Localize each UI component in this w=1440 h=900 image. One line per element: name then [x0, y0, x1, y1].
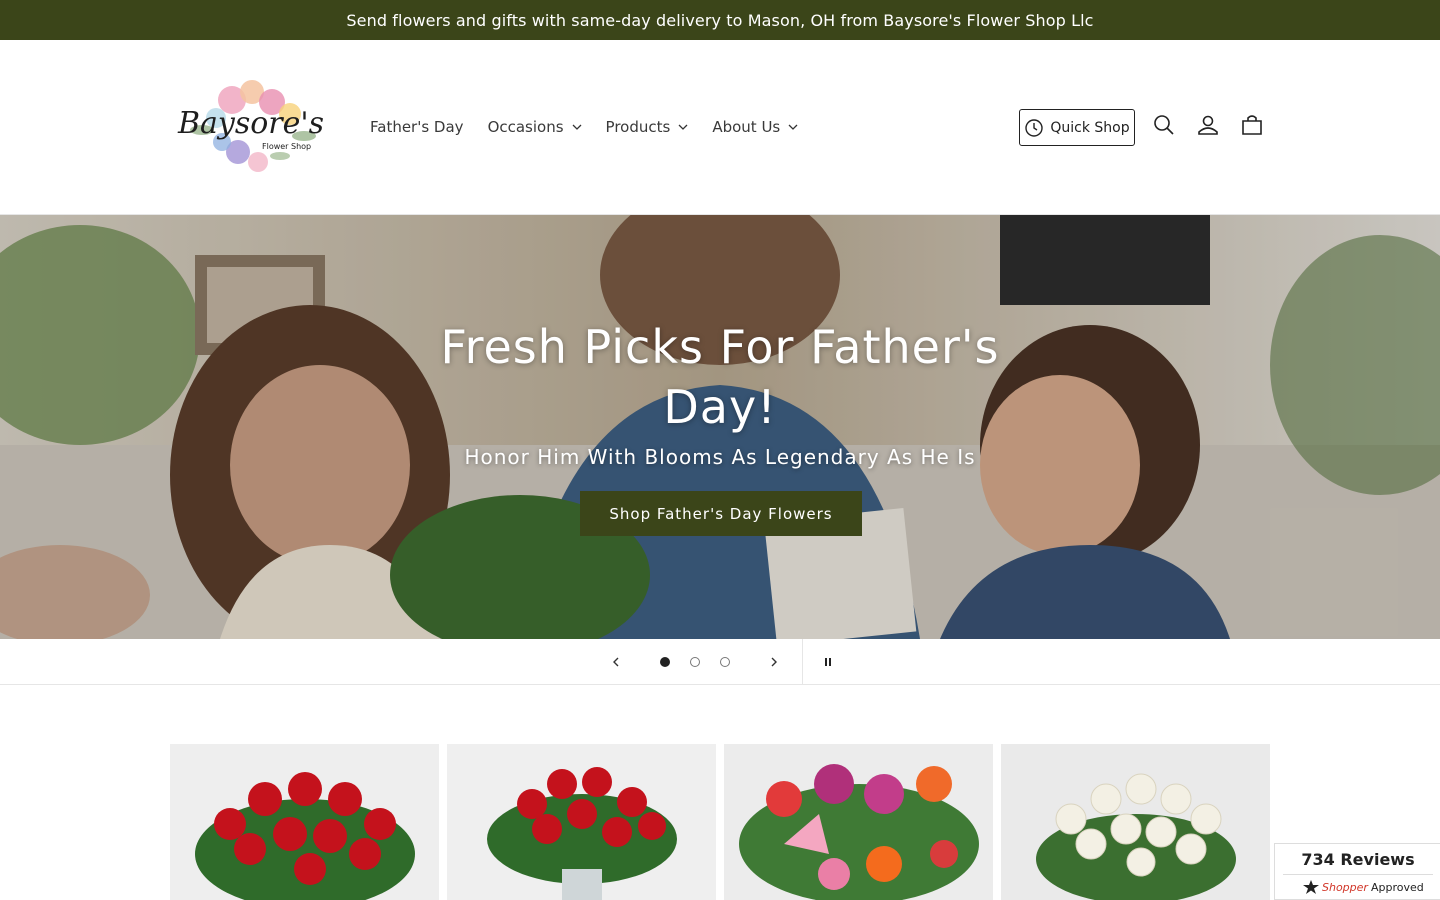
product-image: [170, 744, 439, 900]
chevron-right-icon: [771, 657, 777, 667]
star-icon: [1303, 880, 1319, 894]
reviews-divider: [1283, 874, 1433, 875]
pause-icon: [825, 658, 831, 666]
product-image: [724, 744, 993, 900]
shop-fathers-day-button[interactable]: Shop Father's Day Flowers: [580, 491, 862, 536]
product-card-white-roses[interactable]: [1001, 744, 1270, 900]
cart-icon[interactable]: [1240, 113, 1264, 137]
product-image: [1001, 744, 1270, 900]
nav-item-fathers-day[interactable]: Father's Day: [370, 116, 464, 138]
nav-item-occasions[interactable]: Occasions: [488, 116, 582, 138]
announcement-bar: Send flowers and gifts with same-day del…: [0, 0, 1440, 40]
chevron-down-icon: [678, 124, 688, 130]
slide-prev-button[interactable]: [604, 650, 628, 674]
quick-shop-label: Quick Shop: [1050, 119, 1130, 136]
cta-label: Shop Father's Day Flowers: [609, 504, 833, 523]
product-card-red-roses-vase[interactable]: [447, 744, 716, 900]
logo-tagline: Flower Shop: [262, 142, 312, 151]
search-icon[interactable]: [1152, 113, 1176, 137]
slide-dot-2[interactable]: [690, 657, 700, 667]
reviews-count: 734 Reviews: [1301, 850, 1415, 869]
slide-dot-1[interactable]: [660, 657, 670, 667]
nav-item-products[interactable]: Products: [606, 116, 689, 138]
hero-subtitle: Honor Him With Blooms As Legendary As He…: [464, 445, 976, 469]
slide-dot-3[interactable]: [720, 657, 730, 667]
slider-divider: [802, 639, 803, 685]
product-card-red-roses[interactable]: [170, 744, 439, 900]
nav-item-label: Occasions: [487, 118, 564, 136]
reviews-badge[interactable]: 734 Reviews Shopper Approved: [1274, 843, 1440, 900]
nav-item-label: Products: [605, 118, 671, 136]
product-image: [447, 744, 716, 900]
hero-title: Fresh Picks For Father's Day!: [440, 320, 1000, 434]
quick-shop-button[interactable]: Quick Shop: [1019, 109, 1135, 146]
clock-icon: [1025, 118, 1044, 137]
chevron-down-icon: [572, 124, 582, 130]
nav-item-about-us[interactable]: About Us: [712, 116, 798, 138]
chevron-left-icon: [613, 657, 619, 667]
slider-controls: [0, 639, 1440, 685]
nav-item-label: Father's Day: [370, 118, 464, 136]
slide-pause-button[interactable]: [816, 650, 840, 674]
site-header: Baysore's Flower Shop Father's Day Occas…: [0, 40, 1440, 215]
hero-slideshow: Fresh Picks For Father's Day! Honor Him …: [0, 215, 1440, 639]
chevron-down-icon: [788, 124, 798, 130]
slide-next-button[interactable]: [762, 650, 786, 674]
logo-wordmark: Baysore's: [177, 106, 325, 141]
brand-part2: Approved: [1370, 880, 1424, 894]
account-icon[interactable]: [1196, 113, 1220, 137]
product-card-mixed-bouquet[interactable]: [724, 744, 993, 900]
main-nav: Father's Day Occasions Products About Us: [370, 116, 822, 138]
logo[interactable]: Baysore's Flower Shop: [172, 70, 330, 182]
announcement-text: Send flowers and gifts with same-day del…: [346, 10, 1094, 30]
brand-part1: Shopper: [1322, 880, 1368, 894]
shopper-approved-logo: Shopper Approved: [1303, 880, 1424, 894]
nav-item-label: About Us: [712, 118, 781, 136]
